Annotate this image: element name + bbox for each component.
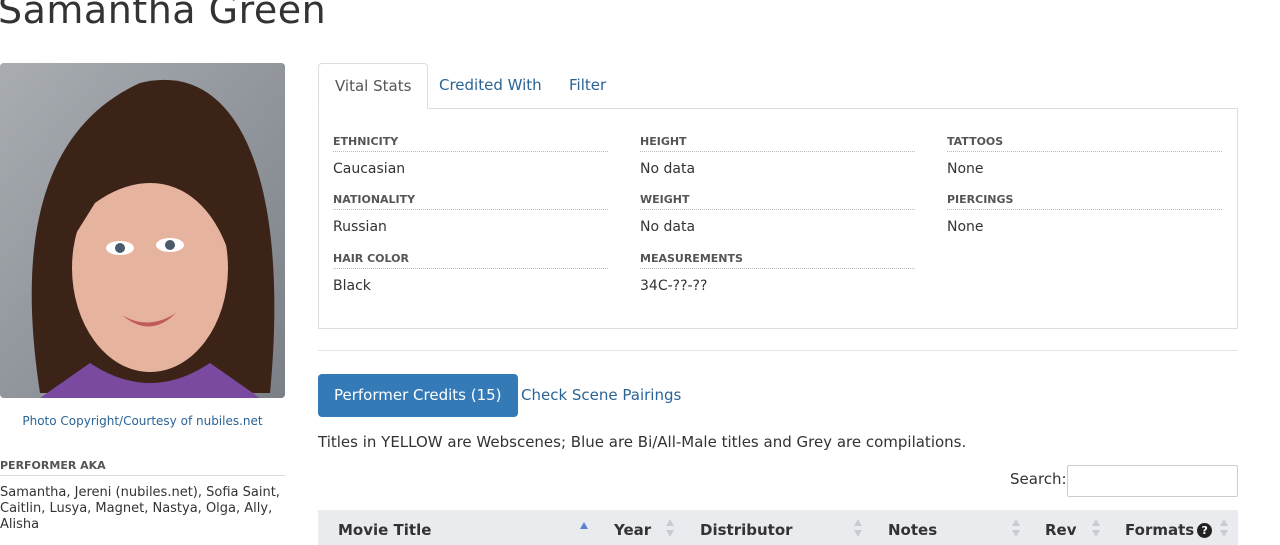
column-header-notes[interactable]: Notes xyxy=(888,510,937,545)
search-input[interactable] xyxy=(1067,465,1238,497)
stat-label: HEIGHT xyxy=(640,136,915,152)
check-scene-pairings-link[interactable]: Check Scene Pairings xyxy=(521,374,681,417)
column-header-distributor[interactable]: Distributor xyxy=(700,510,793,545)
column-header-formats-label: Formats xyxy=(1125,521,1195,539)
column-header-year[interactable]: Year xyxy=(614,510,651,545)
question-circle-icon[interactable]: ? xyxy=(1197,523,1213,538)
sort-both-icon xyxy=(666,519,674,541)
stat-weight: WEIGHT No data xyxy=(640,194,915,235)
section-divider xyxy=(318,350,1238,351)
stat-piercings: PIERCINGS None xyxy=(947,194,1222,235)
stat-ethnicity: ETHNICITY Caucasian xyxy=(333,136,608,177)
stat-value: Black xyxy=(333,278,371,294)
sort-asc-icon xyxy=(580,519,588,541)
stat-label: NATIONALITY xyxy=(333,194,608,210)
sort-both-icon xyxy=(1092,519,1100,541)
sort-both-icon xyxy=(854,519,862,541)
stat-label: HAIR COLOR xyxy=(333,253,608,269)
column-header-formats[interactable]: Formats? xyxy=(1125,510,1213,545)
stat-hair-color: HAIR COLOR Black xyxy=(333,253,608,294)
stat-label: PIERCINGS xyxy=(947,194,1222,210)
vital-stats-panel: ETHNICITY Caucasian NATIONALITY Russian … xyxy=(318,108,1238,329)
stat-nationality: NATIONALITY Russian xyxy=(333,194,608,235)
stat-label: ETHNICITY xyxy=(333,136,608,152)
sort-both-icon xyxy=(1012,519,1020,541)
stat-label: TATTOOS xyxy=(947,136,1222,152)
stat-value: 34C-??-?? xyxy=(640,278,708,294)
stat-value: Caucasian xyxy=(333,161,406,177)
column-header-movie-title[interactable]: Movie Title xyxy=(338,510,431,545)
stat-value: None xyxy=(947,219,984,235)
color-legend-note: Titles in YELLOW are Webscenes; Blue are… xyxy=(318,433,967,451)
stat-height: HEIGHT No data xyxy=(640,136,915,177)
credits-table-header: Movie Title Year Distributor Notes Rev F… xyxy=(318,510,1238,545)
photo-credit-link[interactable]: Photo Copyright/Courtesy of nubiles.net xyxy=(0,414,285,428)
aka-heading: PERFORMER AKA xyxy=(0,459,285,476)
stat-value: Russian xyxy=(333,219,387,235)
stat-label: WEIGHT xyxy=(640,194,915,210)
stat-value: No data xyxy=(640,219,696,235)
stat-label: MEASUREMENTS xyxy=(640,253,915,269)
performer-credits-button[interactable]: Performer Credits (15) xyxy=(318,374,518,417)
tab-credited-with[interactable]: Credited With xyxy=(439,63,542,109)
stat-measurements: MEASUREMENTS 34C-??-?? xyxy=(640,253,915,294)
stat-tattoos: TATTOOS None xyxy=(947,136,1222,177)
aka-list: Samantha, Jereni (nubiles.net), Sofia Sa… xyxy=(0,485,280,532)
tab-vital-stats[interactable]: Vital Stats xyxy=(318,63,429,109)
search-label: Search: xyxy=(1010,470,1067,488)
page-title: Samantha Green xyxy=(0,0,327,32)
tab-filter[interactable]: Filter xyxy=(569,63,606,109)
stat-value: None xyxy=(947,161,984,177)
sort-both-icon xyxy=(1220,519,1228,541)
performer-photo xyxy=(0,63,285,398)
stat-value: No data xyxy=(640,161,696,177)
column-header-rev[interactable]: Rev xyxy=(1045,510,1077,545)
